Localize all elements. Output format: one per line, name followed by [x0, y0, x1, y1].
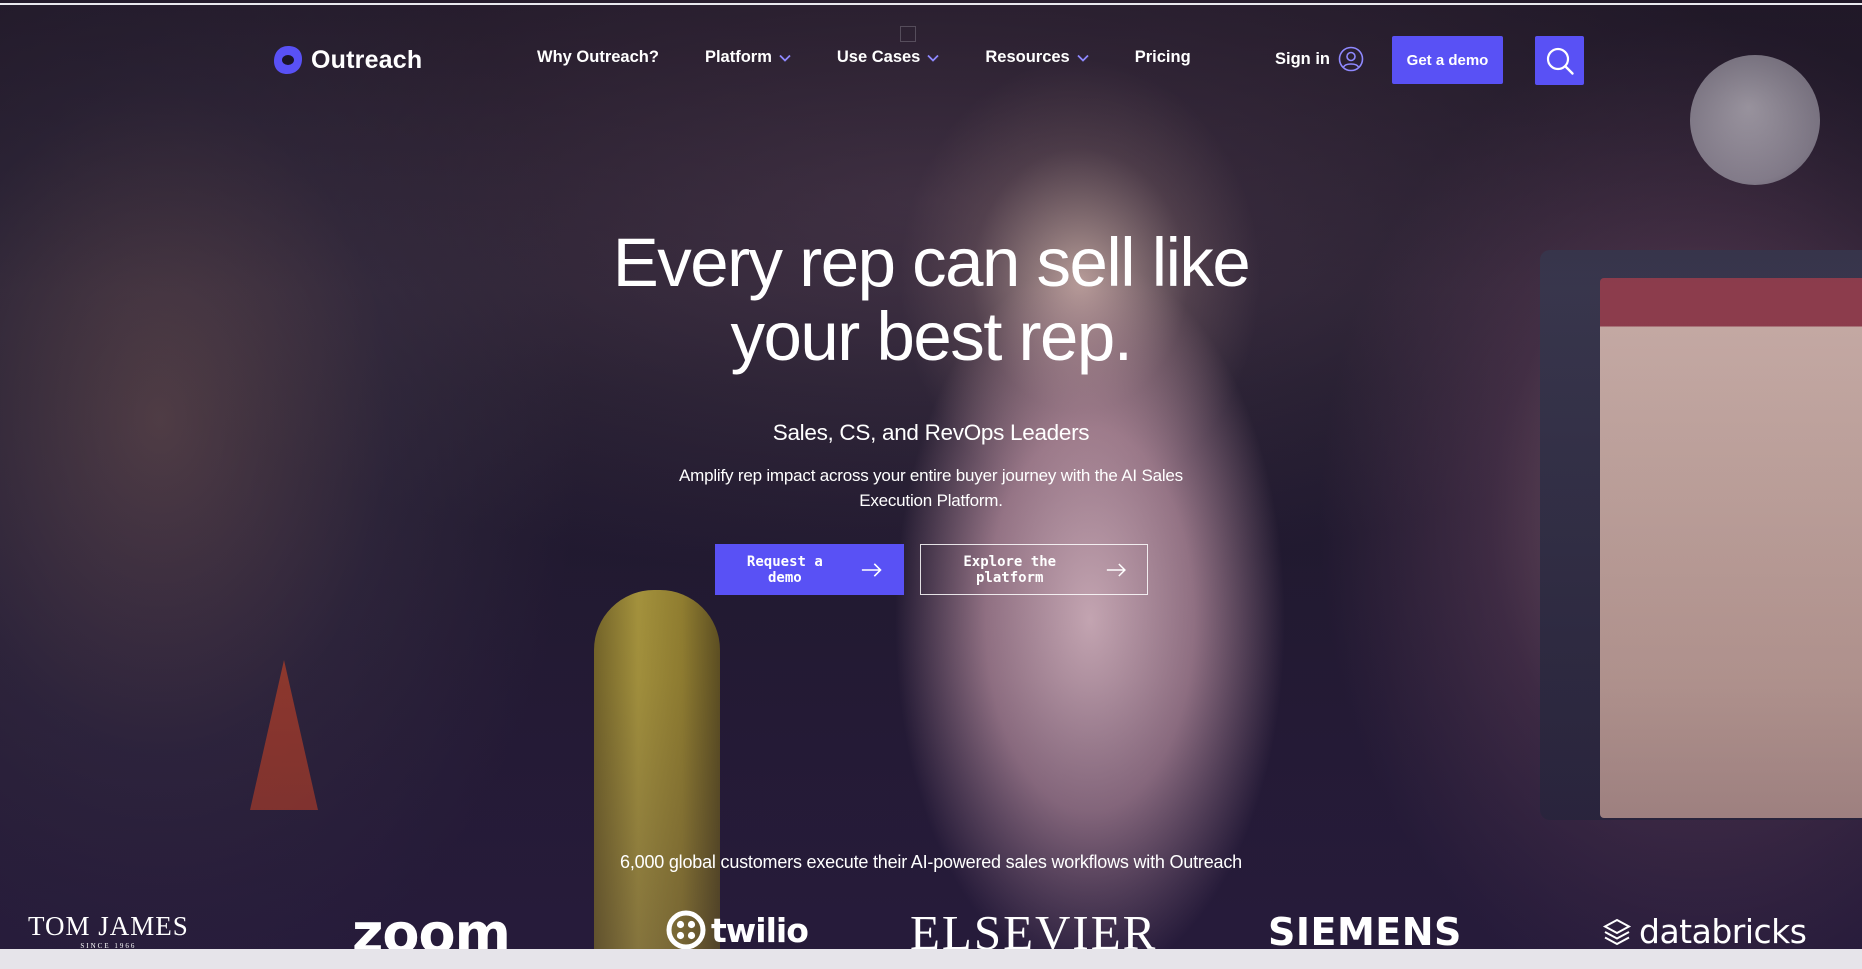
hero-cta-group: Request a demo Explore the platform — [481, 544, 1381, 595]
nav-platform[interactable]: Platform — [705, 48, 791, 67]
nav-why-outreach-label: Why Outreach? — [537, 48, 659, 66]
request-a-demo-button[interactable]: Request a demo — [714, 544, 904, 595]
nav-pricing[interactable]: Pricing — [1135, 48, 1191, 67]
nav-links: Why Outreach? Platform Use Cases Resourc… — [537, 48, 1237, 67]
explore-the-platform-button[interactable]: Explore the platform — [919, 544, 1148, 595]
hero-audience: Sales, CS, and RevOps Leaders — [772, 420, 1090, 445]
hero-section: Every rep can sell like your best rep. S… — [481, 226, 1381, 595]
twilio-logo: twilio — [666, 910, 809, 950]
request-a-demo-label: Request a demo — [746, 553, 823, 586]
databricks-wordmark: databricks — [1639, 912, 1807, 951]
chevron-down-icon — [779, 54, 791, 62]
sign-in-label: Sign in — [1275, 49, 1330, 68]
chevron-down-icon — [927, 54, 939, 62]
twilio-wordmark: twilio — [711, 910, 809, 950]
explore-the-platform-label: Explore the platform — [963, 553, 1057, 586]
nav-platform-label: Platform — [704, 48, 772, 66]
databricks-stack-icon — [1602, 918, 1632, 945]
nav-resources-label: Resources — [985, 48, 1070, 66]
page: Outreach Why Outreach? Platform Use Case… — [0, 0, 1862, 969]
customers-headline: 6,000 global customers execute their AI-… — [620, 852, 1242, 872]
nav-pricing-label: Pricing — [1134, 48, 1191, 66]
hero-title-line-1: Every rep can sell like — [612, 224, 1251, 301]
sign-in-link[interactable]: Sign in — [1275, 46, 1364, 72]
tom-james-logo: TOM JAMES SINCE 1966 — [28, 912, 189, 950]
siemens-wordmark: SIEMENS — [1268, 910, 1462, 954]
hero-subtitle: Amplify rep impact across your entire bu… — [679, 466, 1183, 510]
nav-use-cases[interactable]: Use Cases — [837, 48, 939, 67]
chevron-down-icon — [1077, 54, 1089, 62]
logo-wordmark: Outreach — [311, 45, 423, 74]
bottom-scroll-bar — [0, 949, 1862, 969]
siemens-logo: SIEMENS — [1268, 910, 1462, 954]
arrow-right-icon — [862, 562, 882, 577]
outreach-logo[interactable]: Outreach — [272, 42, 422, 78]
search-button[interactable] — [1535, 36, 1584, 85]
nav-why-outreach[interactable]: Why Outreach? — [537, 48, 659, 67]
arrow-right-icon — [1106, 562, 1126, 577]
tom-james-wordmark: TOM JAMES — [28, 911, 189, 941]
hero-title-line-2: your best rep. — [730, 298, 1133, 375]
twilio-mark-icon — [666, 910, 706, 950]
hero-title: Every rep can sell like your best rep. — [481, 226, 1381, 374]
nav-resources[interactable]: Resources — [985, 48, 1089, 67]
search-icon — [1546, 47, 1574, 75]
top-divider — [0, 3, 1862, 5]
outreach-logo-icon — [274, 46, 302, 74]
databricks-logo: databricks — [1602, 912, 1807, 951]
nav-use-cases-label: Use Cases — [836, 48, 921, 66]
get-a-demo-button[interactable]: Get a demo — [1392, 36, 1503, 84]
main-navigation: Outreach Why Outreach? Platform Use Case… — [0, 30, 1862, 90]
user-circle-icon — [1338, 46, 1364, 72]
customer-logo-strip: TOM JAMES SINCE 1966 zoom twilio ELSEVIE… — [0, 900, 1862, 965]
